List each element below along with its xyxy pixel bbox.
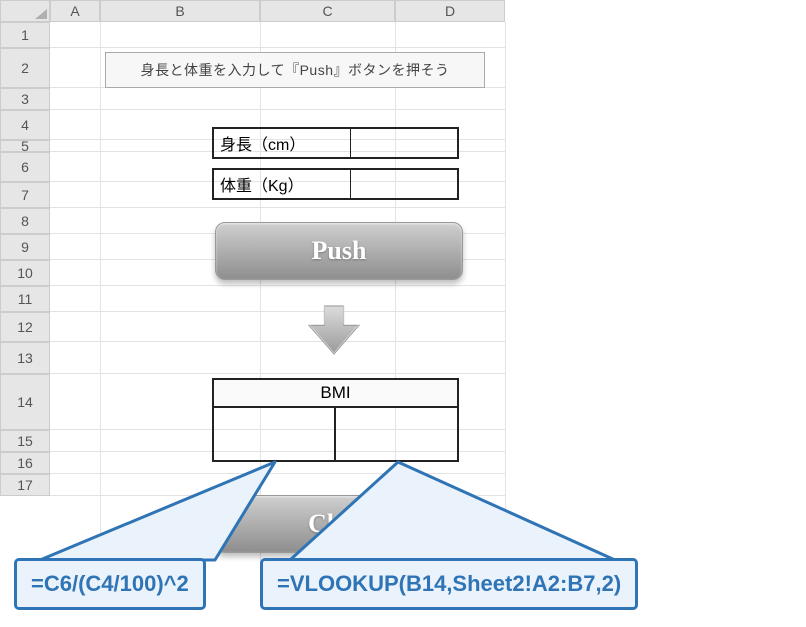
bmi-value-cell[interactable] xyxy=(214,408,336,460)
row-header-15[interactable]: 15 xyxy=(0,430,50,452)
gridline xyxy=(100,22,101,562)
grid-row xyxy=(50,22,505,48)
col-header-d[interactable]: D xyxy=(395,0,505,22)
row-header-8[interactable]: 8 xyxy=(0,208,50,234)
row-header-14[interactable]: 14 xyxy=(0,374,50,430)
bmi-header: BMI xyxy=(214,380,457,408)
formula-callout-left: =C6/(C4/100)^2 xyxy=(14,558,206,610)
row-header-6[interactable]: 6 xyxy=(0,152,50,182)
col-header-b[interactable]: B xyxy=(100,0,260,22)
push-button-label: Push xyxy=(312,236,367,266)
row-header-16[interactable]: 16 xyxy=(0,452,50,474)
select-all-corner[interactable] xyxy=(0,0,50,22)
row-header-12[interactable]: 12 xyxy=(0,312,50,342)
col-header-c[interactable]: C xyxy=(260,0,395,22)
row-header-5[interactable]: 5 xyxy=(0,140,50,152)
row-header-4[interactable]: 4 xyxy=(0,110,50,140)
row-header-10[interactable]: 10 xyxy=(0,260,50,286)
row-header-2[interactable]: 2 xyxy=(0,48,50,88)
gridline xyxy=(505,22,506,562)
clear-button[interactable]: Clear xyxy=(215,495,463,553)
down-arrow-icon xyxy=(305,304,363,356)
bmi-category-cell[interactable] xyxy=(336,408,458,460)
col-header-a[interactable]: A xyxy=(50,0,100,22)
row-header-9[interactable]: 9 xyxy=(0,234,50,260)
row-header-11[interactable]: 11 xyxy=(0,286,50,312)
weight-input-row: 体重（Kg） xyxy=(212,168,459,200)
row-header-17[interactable]: 17 xyxy=(0,474,50,496)
weight-label: 体重（Kg） xyxy=(214,170,351,198)
grid-row xyxy=(50,88,505,110)
clear-button-label: Clear xyxy=(308,509,370,539)
row-header-7[interactable]: 7 xyxy=(0,182,50,208)
row-header-13[interactable]: 13 xyxy=(0,342,50,374)
height-input-cell[interactable] xyxy=(351,129,457,157)
row-header-3[interactable]: 3 xyxy=(0,88,50,110)
column-header-row: A B C D xyxy=(0,0,806,22)
grid-row xyxy=(50,474,505,496)
push-button[interactable]: Push xyxy=(215,222,463,280)
grid-row xyxy=(50,286,505,312)
formula-text-right: =VLOOKUP(B14,Sheet2!A2:B7,2) xyxy=(277,571,621,597)
row-header-column: 1234567891011121314151617 xyxy=(0,22,50,496)
height-input-row: 身長（cm） xyxy=(212,127,459,159)
formula-callout-right: =VLOOKUP(B14,Sheet2!A2:B7,2) xyxy=(260,558,638,610)
gridline xyxy=(260,22,261,562)
grid-row xyxy=(50,342,505,374)
grid-row xyxy=(50,312,505,342)
gridline xyxy=(395,22,396,562)
row-header-1[interactable]: 1 xyxy=(0,22,50,48)
weight-input-cell[interactable] xyxy=(351,170,457,198)
formula-text-left: =C6/(C4/100)^2 xyxy=(31,571,189,597)
height-label: 身長（cm） xyxy=(214,129,351,157)
instruction-box: 身長と体重を入力して『Push』ボタンを押そう xyxy=(105,52,485,88)
bmi-table: BMI xyxy=(212,378,459,462)
